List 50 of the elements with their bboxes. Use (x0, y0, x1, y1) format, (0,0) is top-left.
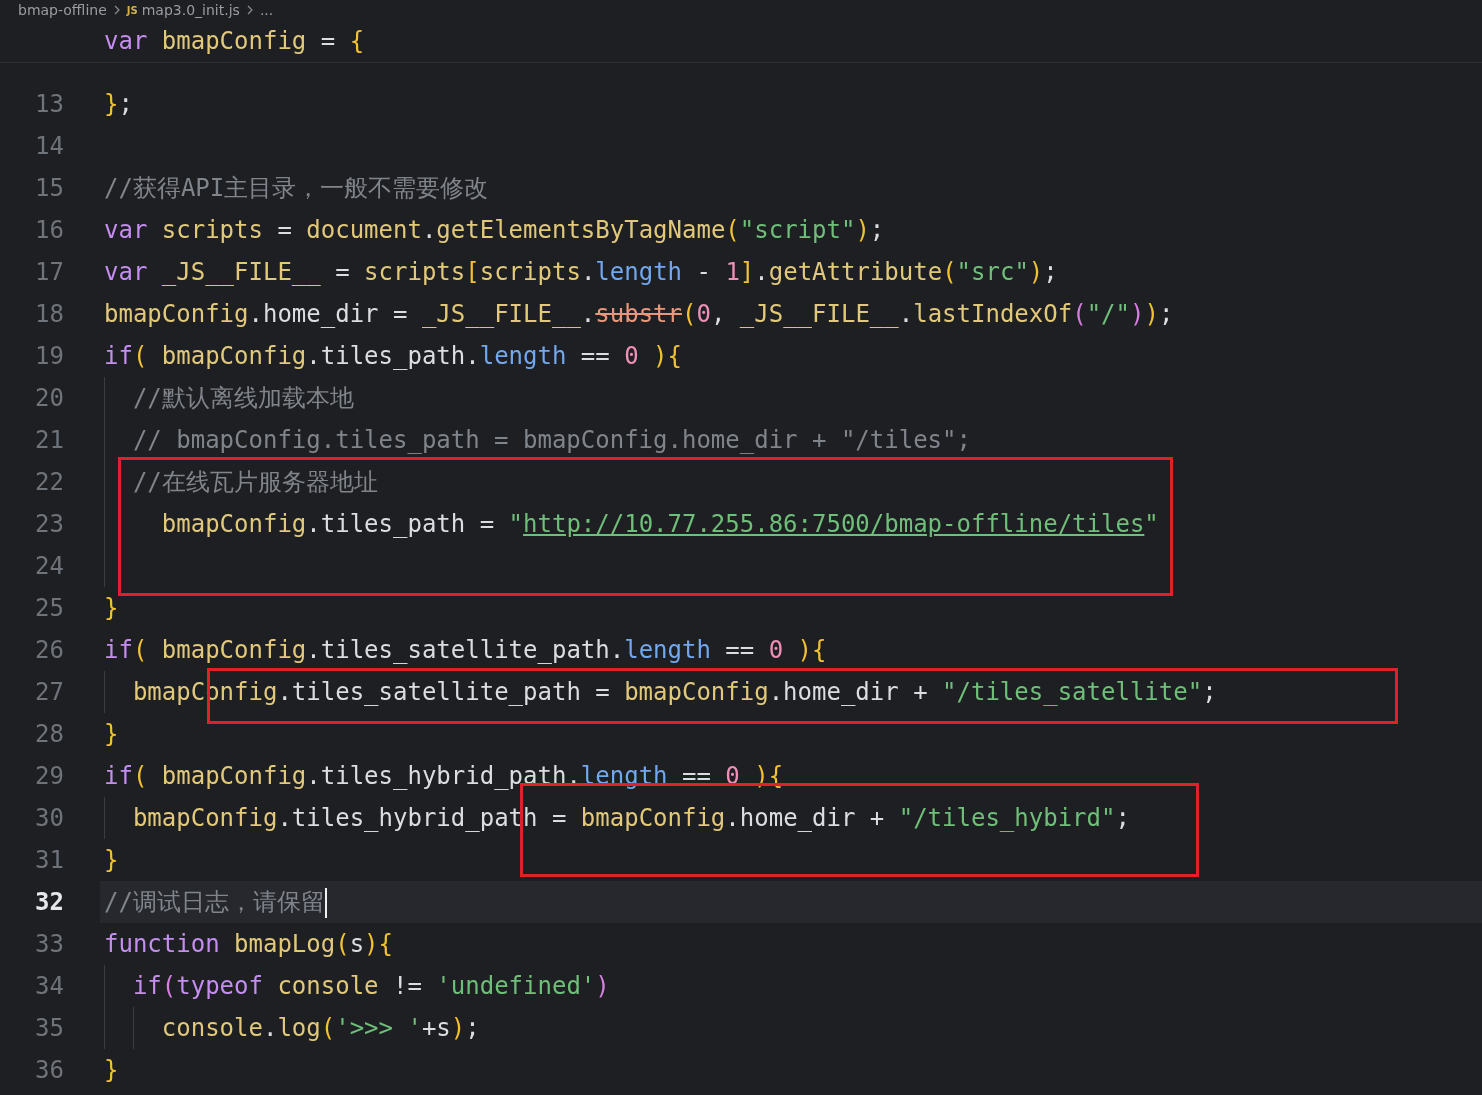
line-number: 14 (34, 132, 64, 160)
code-line: } (104, 720, 119, 748)
line-number: 33 (34, 930, 64, 958)
line-number: 19 (34, 342, 64, 370)
code-line: //获得API主目录，一般不需要修改 (104, 173, 489, 204)
code-line: // bmapConfig.tiles_path = bmapConfig.home_dir + "/tiles"; (132, 426, 971, 454)
code-line: bmapConfig.home_dir = _JS__FILE__.substr(0, _JS__FILE__.lastIndexOf("/")); (104, 300, 1174, 328)
code-line: //在线瓦片服务器地址 (132, 467, 378, 498)
line-number: 13 (34, 90, 64, 118)
line-number: 32 (34, 888, 64, 916)
code-line: var scripts = document.getElementsByTagName("script"); (104, 216, 885, 244)
breadcrumb-item[interactable]: bmap-offline (18, 2, 107, 18)
code-line: } (104, 1056, 119, 1084)
code-line: var _JS__FILE__ = scripts[scripts.length - 1].getAttribute("src"); (104, 258, 1058, 286)
chevron-icon (245, 5, 254, 15)
code-line: function bmapLog(s){ (104, 930, 393, 958)
line-number: 31 (34, 846, 64, 874)
line-number: 15 (34, 174, 64, 202)
code-line: }; (104, 90, 133, 118)
line-number: 22 (34, 468, 64, 496)
line-number: 20 (34, 384, 64, 412)
line-number: 25 (34, 594, 64, 622)
code-line: if( bmapConfig.tiles_path.length == 0 ){ (104, 342, 682, 370)
breadcrumb-item[interactable]: ... (259, 2, 274, 18)
breadcrumb-item[interactable]: map3.0_init.js (141, 2, 240, 18)
line-number: 28 (34, 720, 64, 748)
line-number: 24 (34, 552, 64, 580)
code-line: if(typeof console != 'undefined') (132, 972, 610, 1000)
code-line: bmapConfig.tiles_path = "http://10.77.255.86:7500/bmap-offline/tiles" (161, 510, 1159, 538)
line-number: 21 (34, 426, 64, 454)
code-line: } (104, 846, 119, 874)
sticky-code-line: var bmapConfig = { (104, 26, 365, 57)
line-number: 23 (34, 510, 64, 538)
file-type-icon: JS (126, 4, 138, 16)
code-line: console.log('>>> '+s); (161, 1014, 480, 1042)
line-number: 26 (34, 636, 64, 664)
code-line: } (104, 594, 119, 622)
line-number: 36 (34, 1056, 64, 1084)
code-line: //默认离线加载本地 (132, 383, 354, 414)
code-line: if( bmapConfig.tiles_satellite_path.length == 0 ){ (104, 636, 827, 664)
line-number: 27 (34, 678, 64, 706)
line-number: 16 (34, 216, 64, 244)
line-number: 18 (34, 300, 64, 328)
line-number: 35 (34, 1014, 64, 1042)
chevron-icon (112, 5, 121, 15)
line-number: 34 (34, 972, 64, 1000)
line-number: 29 (34, 762, 64, 790)
code-line: //调试日志，请保留 (104, 887, 327, 918)
line-number: 30 (34, 804, 64, 832)
line-number: 17 (34, 258, 64, 286)
